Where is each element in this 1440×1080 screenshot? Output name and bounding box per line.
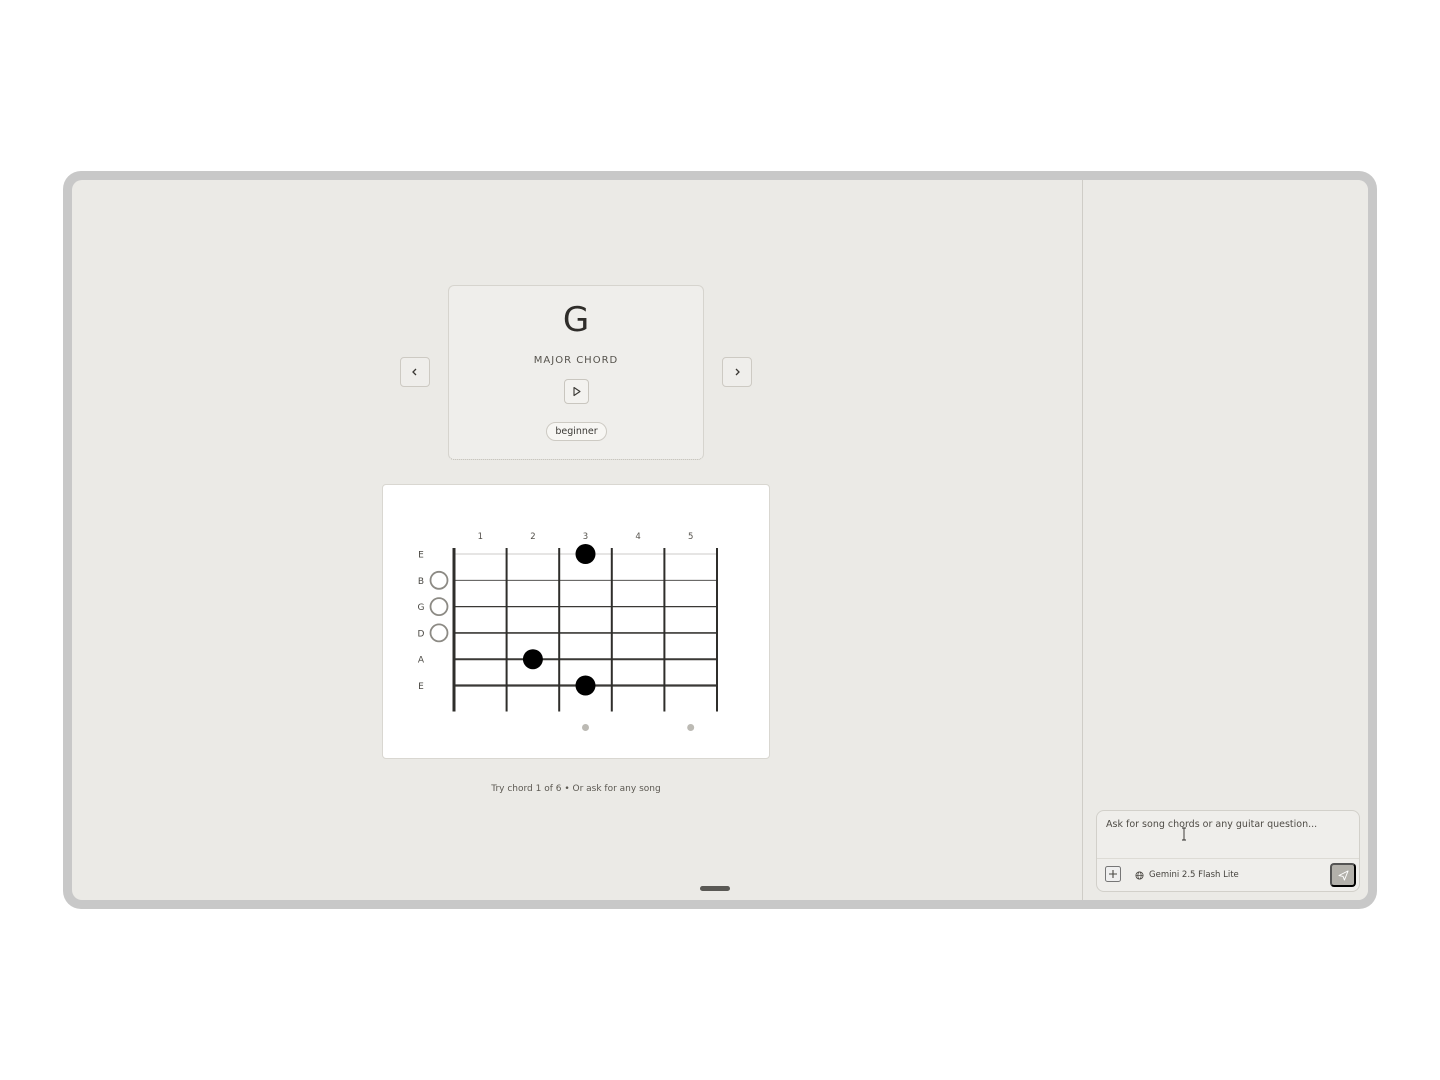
model-selector[interactable]: Gemini 2.5 Flash Lite <box>1135 868 1239 882</box>
next-chord-button[interactable] <box>722 357 752 387</box>
string-label: A <box>418 656 425 666</box>
chevron-right-icon <box>735 368 740 376</box>
string-label: G <box>418 603 425 613</box>
composer-divider <box>1097 858 1359 859</box>
send-button[interactable] <box>1330 863 1356 887</box>
finger-position <box>522 649 543 670</box>
fret-number: 4 <box>635 532 640 542</box>
fret-number: 2 <box>530 532 535 542</box>
chord-diagram: E B G D A E 1 2 3 4 5 <box>382 484 770 759</box>
chord-type: MAJOR CHORD <box>533 355 619 366</box>
chevron-left-icon <box>412 368 417 376</box>
main-panel: G MAJOR CHORD beginner E B G D A E 1 2 3 4 5 Try c… <box>72 180 1082 900</box>
panel-resize-handle[interactable] <box>700 886 730 891</box>
add-attachment-button[interactable] <box>1105 866 1121 882</box>
open-string-marker <box>429 597 449 616</box>
play-icon <box>573 386 581 397</box>
fret-inlay-dot <box>687 724 695 731</box>
plus-icon <box>1109 870 1117 878</box>
open-string-marker <box>429 623 449 643</box>
play-chord-button[interactable] <box>564 379 589 404</box>
finger-position <box>575 675 596 696</box>
chord-card: G MAJOR CHORD beginner <box>448 285 704 460</box>
model-name: Gemini 2.5 Flash Lite <box>1149 870 1239 880</box>
app-window: G MAJOR CHORD beginner E B G D A E 1 2 3 4 5 Try c… <box>72 180 1368 900</box>
string-label: E <box>418 551 424 561</box>
fretboard-diagram: E B G D A E 1 2 3 4 5 <box>418 532 718 731</box>
finger-position <box>575 544 596 564</box>
open-string-marker <box>429 570 449 590</box>
chord-hint: Try chord 1 of 6 • Or ask for any song <box>491 784 661 794</box>
chat-input[interactable] <box>1106 819 1346 859</box>
fret-inlay-dot <box>582 724 589 731</box>
chord-name: G <box>562 300 590 340</box>
difficulty-badge: beginner <box>546 422 607 441</box>
string-label: B <box>418 577 424 587</box>
fret-number: 5 <box>688 532 693 542</box>
device-frame: G MAJOR CHORD beginner E B G D A E 1 2 3 4 5 Try c… <box>63 171 1377 909</box>
text-cursor-icon <box>1182 827 1186 841</box>
string-label: D <box>418 629 425 639</box>
chat-composer: Gemini 2.5 Flash Lite <box>1096 810 1360 892</box>
chat-sidebar: Gemini 2.5 Flash Lite <box>1082 180 1368 900</box>
string-label: E <box>418 682 424 692</box>
send-icon <box>1337 869 1349 881</box>
fret-number: 3 <box>583 532 588 542</box>
globe-icon <box>1135 870 1144 880</box>
previous-chord-button[interactable] <box>400 357 430 387</box>
fret-number: 1 <box>478 532 483 542</box>
